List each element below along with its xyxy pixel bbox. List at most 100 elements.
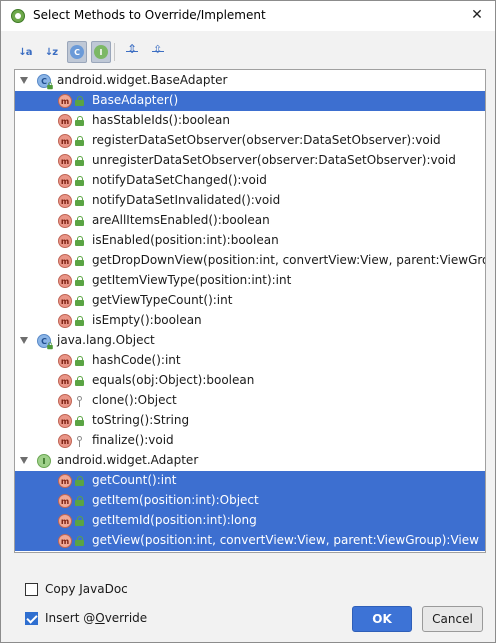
public-access-icon bbox=[75, 496, 84, 507]
method-icon: m bbox=[58, 114, 72, 128]
method-row[interactable]: m equals(obj:Object):boolean bbox=[15, 371, 485, 391]
method-row[interactable]: m getItem(position:int):Object bbox=[15, 491, 485, 511]
method-label: notifyDataSetInvalidated():void bbox=[92, 193, 281, 207]
method-label: hashCode():int bbox=[92, 353, 181, 367]
method-icon: m bbox=[58, 134, 72, 148]
method-row[interactable]: m getViewTypeCount():int bbox=[15, 291, 485, 311]
public-access-icon bbox=[75, 96, 84, 107]
sort-alphabetically-icon: ↓a bbox=[18, 46, 32, 58]
insert-override-option[interactable]: Insert @Override bbox=[25, 609, 147, 627]
method-row[interactable]: m getView(position:int, convertView:View,… bbox=[15, 531, 485, 551]
method-icon: m bbox=[58, 414, 72, 428]
ok-button[interactable]: OK bbox=[352, 606, 412, 632]
method-label: equals(obj:Object):boolean bbox=[92, 373, 255, 387]
method-row[interactable]: m registerDataSetObserver(observer:DataSe… bbox=[15, 131, 485, 151]
public-access-icon bbox=[75, 376, 84, 387]
sort-by-visibility-button[interactable]: ↓z bbox=[41, 41, 61, 63]
method-label: isEnabled(position:int):boolean bbox=[92, 233, 279, 247]
tree-group-label: android.widget.BaseAdapter bbox=[57, 73, 228, 87]
method-row[interactable]: m hasStableIds():boolean bbox=[15, 111, 485, 131]
method-label: getView(position:int, convertView:View, … bbox=[92, 533, 479, 547]
public-access-icon bbox=[75, 296, 84, 307]
method-row[interactable]: m finalize():void bbox=[15, 431, 485, 451]
public-access-icon bbox=[75, 356, 84, 367]
method-icon: m bbox=[58, 194, 72, 208]
toolbar-separator bbox=[114, 43, 115, 61]
expand-all-icon bbox=[125, 42, 139, 59]
expand-toggle-icon[interactable] bbox=[20, 457, 28, 464]
method-icon: m bbox=[58, 374, 72, 388]
interface-icon: I bbox=[37, 454, 51, 468]
method-label: notifyDataSetChanged():void bbox=[92, 173, 267, 187]
public-access-icon bbox=[75, 176, 84, 187]
method-icon: m bbox=[58, 174, 72, 188]
method-icon: m bbox=[58, 494, 72, 508]
public-access-icon bbox=[75, 316, 84, 327]
method-label: areAllItemsEnabled():boolean bbox=[92, 213, 270, 227]
tree-group-row[interactable]: Cjava.lang.Object bbox=[15, 331, 485, 351]
method-row[interactable]: m isEnabled(position:int):boolean bbox=[15, 231, 485, 251]
public-access-icon bbox=[47, 82, 53, 90]
method-icon: m bbox=[58, 154, 72, 168]
method-row[interactable]: m notifyDataSetChanged():void bbox=[15, 171, 485, 191]
method-icon: m bbox=[58, 434, 72, 448]
public-access-icon bbox=[75, 256, 84, 267]
method-icon: m bbox=[58, 514, 72, 528]
show-interfaces-toggle[interactable]: I bbox=[91, 41, 111, 63]
copy-javadoc-option[interactable]: Copy JavaDoc bbox=[25, 580, 128, 598]
android-studio-icon bbox=[11, 9, 25, 23]
expand-toggle-icon[interactable] bbox=[20, 337, 28, 344]
method-row[interactable]: m toString():String bbox=[15, 411, 485, 431]
method-icon: m bbox=[58, 314, 72, 328]
insert-override-checkbox[interactable] bbox=[25, 611, 38, 625]
public-access-icon bbox=[75, 136, 84, 147]
method-icon: m bbox=[58, 534, 72, 548]
method-row[interactable]: m getDropDownView(position:int, convertVi… bbox=[15, 251, 485, 271]
method-label: getItemId(position:int):long bbox=[92, 513, 257, 527]
public-access-icon bbox=[75, 416, 84, 427]
method-icon: m bbox=[58, 294, 72, 308]
close-button[interactable]: ✕ bbox=[465, 4, 489, 26]
copy-javadoc-checkbox[interactable] bbox=[25, 582, 38, 596]
method-label: getViewTypeCount():int bbox=[92, 293, 233, 307]
public-access-icon bbox=[75, 536, 84, 547]
sort-alphabetically-button[interactable]: ↓a bbox=[15, 41, 35, 63]
insert-override-label: Insert @Override bbox=[45, 611, 148, 625]
method-row[interactable]: m getItemViewType(position:int):int bbox=[15, 271, 485, 291]
protected-access-icon bbox=[75, 436, 84, 447]
method-icon: m bbox=[58, 394, 72, 408]
method-label: registerDataSetObserver(observer:DataSet… bbox=[92, 133, 441, 147]
method-row[interactable]: m clone():Object bbox=[15, 391, 485, 411]
method-row[interactable]: m notifyDataSetInvalidated():void bbox=[15, 191, 485, 211]
public-access-icon bbox=[75, 116, 84, 127]
method-label: clone():Object bbox=[92, 393, 177, 407]
show-classes-toggle[interactable]: C bbox=[67, 41, 87, 63]
tree-group-row[interactable]: Iandroid.widget.Adapter bbox=[15, 451, 485, 471]
method-row[interactable]: m isEmpty():boolean bbox=[15, 311, 485, 331]
cancel-button[interactable]: Cancel bbox=[422, 606, 483, 632]
protected-access-icon bbox=[75, 396, 84, 407]
method-label: getCount():int bbox=[92, 473, 177, 487]
method-label: getDropDownView(position:int, convertVie… bbox=[92, 253, 485, 267]
method-icon: m bbox=[58, 274, 72, 288]
toolbar: ↓a ↓z C I bbox=[15, 41, 215, 65]
public-access-icon bbox=[75, 216, 84, 227]
expand-all-button[interactable] bbox=[122, 41, 142, 63]
method-label: hasStableIds():boolean bbox=[92, 113, 231, 127]
dialog-title: Select Methods to Override/Implement bbox=[33, 8, 266, 22]
method-label: finalize():void bbox=[92, 433, 174, 447]
collapse-all-button[interactable] bbox=[148, 41, 168, 63]
public-access-icon bbox=[75, 196, 84, 207]
sort-by-visibility-icon: ↓z bbox=[44, 46, 58, 58]
method-row[interactable]: m unregisterDataSetObserver(observer:Data… bbox=[15, 151, 485, 171]
expand-toggle-icon[interactable] bbox=[20, 77, 28, 84]
method-icon: m bbox=[58, 94, 72, 108]
method-row[interactable]: m hashCode():int bbox=[15, 351, 485, 371]
method-row[interactable]: m areAllItemsEnabled():boolean bbox=[15, 211, 485, 231]
method-row[interactable]: m BaseAdapter() bbox=[15, 91, 485, 111]
method-row[interactable]: m getItemId(position:int):long bbox=[15, 511, 485, 531]
public-access-icon bbox=[75, 276, 84, 287]
tree-group-row[interactable]: Candroid.widget.BaseAdapter bbox=[15, 71, 485, 91]
method-row[interactable]: m getCount():int bbox=[15, 471, 485, 491]
method-tree[interactable]: Candroid.widget.BaseAdapter m BaseAdapter(… bbox=[14, 69, 486, 553]
